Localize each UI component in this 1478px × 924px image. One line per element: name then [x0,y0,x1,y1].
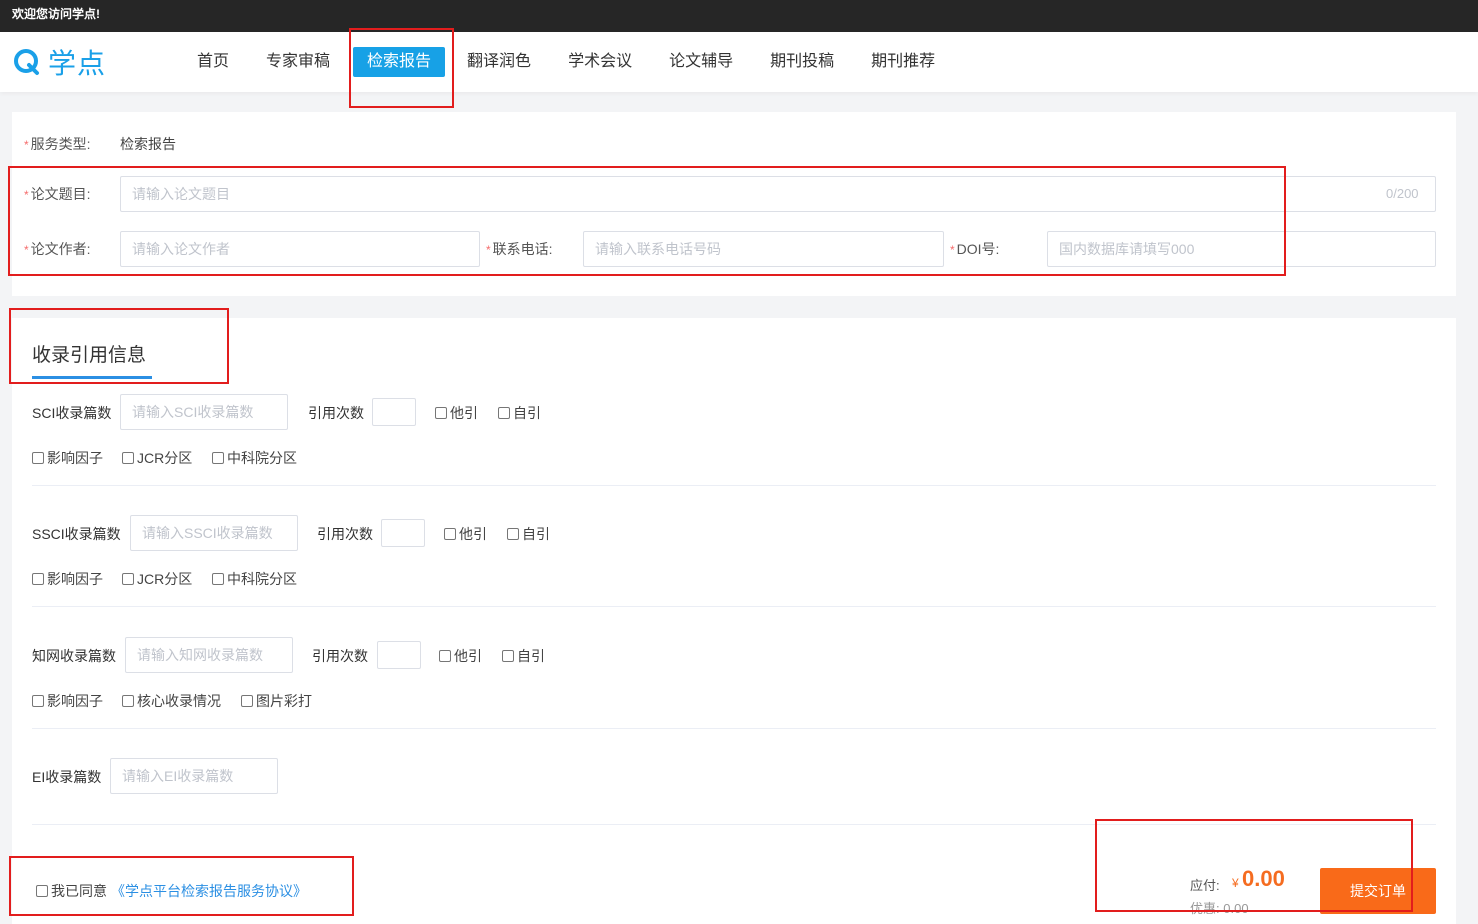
nav-item-tutoring[interactable]: 论文辅导 [651,47,751,77]
agreement-link[interactable]: 《学点平台检索报告服务协议》 [111,881,307,901]
ssci-count-input[interactable] [130,515,298,551]
nav-item-journal-recommend[interactable]: 期刊推荐 [853,47,953,77]
sci-other-cite-checkbox[interactable]: 他引 [435,403,478,423]
site-logo[interactable]: 学点 [12,44,106,80]
divider [32,606,1436,607]
nav-item-translation[interactable]: 翻译润色 [449,47,549,77]
ssci-cite-count-label: 引用次数 [317,526,373,542]
logo-text: 学点 [48,47,107,80]
checkbox-box[interactable] [435,407,447,419]
doi-input[interactable] [1047,231,1436,267]
ei-count-label: EI收录篇数 [32,769,102,785]
ssci-cas-checkbox[interactable]: 中科院分区 [212,569,297,589]
ssci-count-label: SSCI收录篇数 [32,526,121,542]
phone-label: * 联系电话: [486,241,553,257]
checkbox-box[interactable] [502,650,514,662]
sci-cite-count-label: 引用次数 [308,405,364,421]
agreement-checkbox[interactable]: 我已同意 《学点平台检索报告服务协议》 [36,881,307,901]
nav-item-home[interactable]: 首页 [179,47,247,77]
sci-cite-count-input[interactable] [372,398,416,426]
ei-count-input[interactable] [110,758,278,794]
checkbox-box[interactable] [439,650,451,662]
checkbox-box[interactable] [122,573,134,585]
title-label: * 论文题目: [24,186,91,202]
nav-item-expert-review[interactable]: 专家审稿 [248,47,348,77]
pay-amount: 0.00 [1242,866,1285,891]
sci-self-cite-checkbox[interactable]: 自引 [498,403,541,423]
checkbox-box[interactable] [122,452,134,464]
cnki-color-print-checkbox[interactable]: 图片彩打 [241,691,312,711]
discount: 优惠: 0.00 [1190,901,1249,916]
submit-order-button[interactable]: 提交订单 [1320,868,1436,914]
nav-item-submission[interactable]: 期刊投稿 [752,47,852,77]
checkbox-box[interactable] [32,695,44,707]
service-type-value: 检索报告 [120,136,176,152]
ssci-jcr-checkbox[interactable]: JCR分区 [122,569,192,589]
welcome-text: 欢迎您访问学点! [12,7,100,21]
checkbox-box[interactable] [444,528,456,540]
site-header: 学点 首页 专家审稿 检索报告 翻译润色 学术会议 论文辅导 期刊投稿 期刊推荐 [0,32,1478,92]
nav-item-conference[interactable]: 学术会议 [550,47,650,77]
divider [32,485,1436,486]
nav-item-search-report[interactable]: 检索报告 [353,47,446,77]
pay-label: 应付: [1190,878,1220,893]
title-char-counter: 0/200 [1386,186,1419,201]
cnki-count-input[interactable] [125,637,293,673]
checkbox-box[interactable] [507,528,519,540]
divider [32,728,1436,729]
doi-label: * DOI号: [950,241,1000,257]
basic-info-card: *服务类型: 检索报告 *论文题目: 0/200 *论文作者: *联系电话: *… [12,112,1456,296]
section-title: 收录引用信息 [32,345,147,366]
main-nav: 首页 专家审稿 检索报告 翻译润色 学术会议 论文辅导 期刊投稿 期刊推荐 [179,32,954,92]
checkbox-box[interactable] [36,885,48,897]
cnki-self-cite-checkbox[interactable]: 自引 [502,646,545,666]
section-title-underline [32,376,152,379]
title-input[interactable] [120,176,1436,212]
sci-cas-checkbox[interactable]: 中科院分区 [212,448,297,468]
cnki-cite-count-input[interactable] [377,641,421,669]
cnki-impact-factor-checkbox[interactable]: 影响因子 [32,691,103,711]
ssci-self-cite-checkbox[interactable]: 自引 [507,524,550,544]
checkbox-box[interactable] [241,695,253,707]
ssci-cite-count-input[interactable] [381,519,425,547]
sci-count-label: SCI收录篇数 [32,405,112,421]
ssci-impact-factor-checkbox[interactable]: 影响因子 [32,569,103,589]
divider [32,824,1436,825]
checkbox-box[interactable] [212,452,224,464]
logo-q-icon [14,49,39,75]
sci-count-input[interactable] [120,394,288,430]
checkbox-box[interactable] [122,695,134,707]
cnki-other-cite-checkbox[interactable]: 他引 [439,646,482,666]
author-label: * 论文作者: [24,241,91,257]
sci-impact-factor-checkbox[interactable]: 影响因子 [32,448,103,468]
sci-jcr-checkbox[interactable]: JCR分区 [122,448,192,468]
phone-input[interactable] [583,231,944,267]
checkbox-box[interactable] [212,573,224,585]
cnki-count-label: 知网收录篇数 [32,648,116,664]
currency-symbol: ¥ [1232,876,1239,890]
checkbox-box[interactable] [498,407,510,419]
checkbox-box[interactable] [32,452,44,464]
ssci-other-cite-checkbox[interactable]: 他引 [444,524,487,544]
top-welcome-bar: 欢迎您访问学点! [0,0,1478,32]
cnki-core-checkbox[interactable]: 核心收录情况 [122,691,221,711]
citation-info-card: 收录引用信息 SCI收录篇数 引用次数 他引 自引 影响因子 JCR分区 中科院… [12,318,1456,924]
service-type-label: * 服务类型: [24,136,91,152]
cnki-cite-count-label: 引用次数 [312,648,368,664]
author-input[interactable] [120,231,480,267]
checkbox-box[interactable] [32,573,44,585]
